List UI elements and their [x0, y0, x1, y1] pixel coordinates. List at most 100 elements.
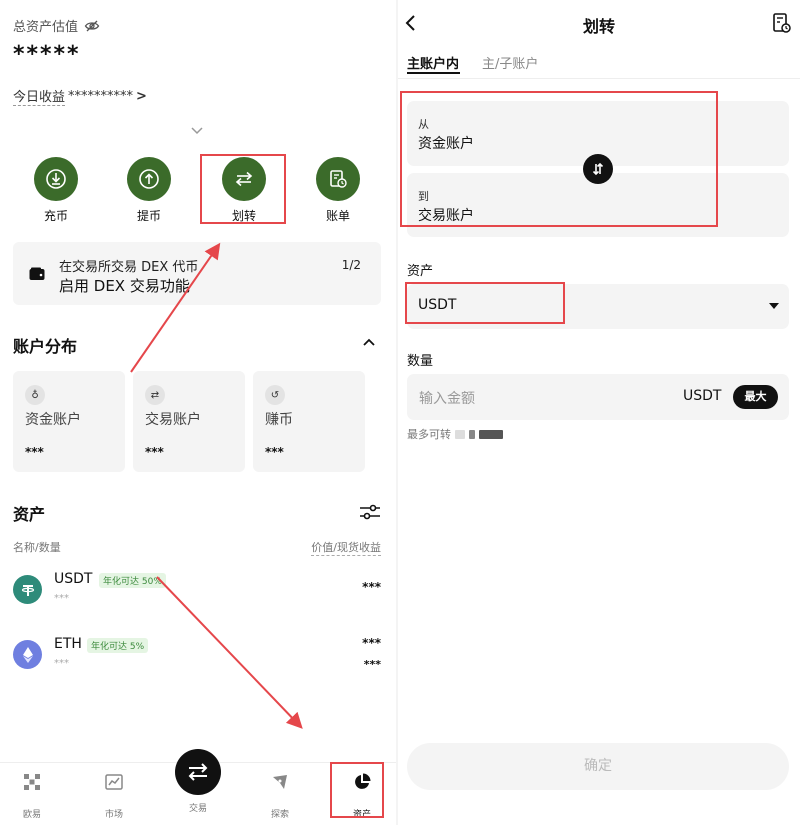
account-value: *** — [265, 445, 284, 459]
caret-down-icon — [769, 303, 779, 309]
amount-placeholder: 输入金额 — [419, 391, 475, 407]
transfer-icon — [222, 157, 266, 201]
trade-swap-icon — [175, 749, 221, 795]
total-assets-value: ***** — [13, 42, 81, 67]
total-assets-label: 总资产估值 — [13, 16, 100, 35]
transfer-label: 划转 — [231, 209, 256, 223]
chevron-down-icon[interactable] — [189, 124, 205, 138]
asset-symbol: USDT — [54, 571, 93, 587]
tab-main-sub-account[interactable]: 主/子账户 — [482, 53, 538, 72]
withdraw-icon — [127, 157, 171, 201]
asset-select-value: USDT — [418, 297, 457, 313]
asset-symbol: ETH — [54, 636, 82, 652]
from-label: 从 — [418, 118, 429, 131]
account-value: *** — [145, 445, 164, 459]
withdraw-label: 提币 — [136, 209, 161, 223]
tab-label: 市场 — [104, 810, 123, 820]
bill-button[interactable]: 账单 — [312, 157, 364, 224]
bottom-tab-bar: 欧易 市场 交易 探索 资产 — [0, 749, 396, 825]
assets-pie-icon — [355, 773, 371, 789]
tab-trade[interactable]: 交易 — [174, 749, 222, 814]
filter-settings-icon[interactable] — [359, 503, 381, 521]
to-label: 到 — [418, 190, 429, 203]
assets-screen: 总资产估值 ***** 今日收益 ********** > 充币 提币 划转 账… — [0, 0, 396, 825]
assets-title: 资产 — [13, 505, 46, 524]
account-name: 赚币 — [265, 412, 293, 428]
amount-unit: USDT — [683, 388, 722, 404]
apy-badge: 年化可达 5% — [87, 638, 149, 653]
usdt-icon — [13, 575, 42, 604]
withdraw-button[interactable]: 提币 — [123, 157, 175, 224]
trading-account-card[interactable]: ⇄ 交易账户 *** — [133, 371, 245, 472]
today-earnings[interactable]: 今日收益 ********** > — [13, 86, 147, 106]
transfer-history-icon[interactable] — [773, 13, 791, 33]
max-transferable-label: 最多可转 — [407, 428, 451, 441]
banner-line-1: 在交易所交易 DEX 代币 — [59, 260, 199, 275]
tab-assets[interactable]: 资产 — [338, 773, 386, 820]
okx-logo-icon — [24, 774, 40, 790]
active-tab-indicator — [407, 72, 460, 74]
quantity-label: 数量 — [407, 354, 434, 369]
max-button[interactable]: 最大 — [733, 385, 778, 409]
tab-okx[interactable]: 欧易 — [8, 773, 56, 820]
distribution-title: 账户分布 — [13, 337, 78, 356]
blurred-amount — [469, 429, 475, 439]
chevron-right-icon: > — [136, 88, 147, 104]
asset-row-usdt[interactable]: USDT 年化可达 50% *** *** — [13, 571, 381, 615]
asset-value: *** — [362, 580, 381, 594]
today-earnings-label: 今日收益 — [13, 86, 66, 106]
today-earnings-value: ********** — [68, 88, 134, 104]
tab-within-main-account[interactable]: 主账户内 — [407, 53, 459, 72]
asset-earnings: *** — [363, 658, 381, 671]
bill-icon — [316, 157, 360, 201]
to-account-value: 交易账户 — [418, 208, 474, 224]
deposit-label: 充币 — [43, 209, 68, 223]
blurred-amount — [455, 429, 465, 439]
asset-value: *** — [362, 636, 381, 650]
tab-label: 探索 — [270, 810, 289, 820]
asset-label: 资产 — [407, 264, 434, 279]
tab-label: 交易 — [188, 804, 207, 814]
dex-promo-banner[interactable]: 在交易所交易 DEX 代币 启用 DEX 交易功能 1/2 — [13, 242, 381, 305]
market-chart-icon — [105, 774, 123, 790]
blurred-amount — [479, 429, 503, 439]
deposit-button[interactable]: 充币 — [30, 157, 82, 224]
banner-line-2: 启用 DEX 交易功能 — [59, 277, 190, 295]
transfer-button[interactable]: 划转 — [218, 157, 270, 224]
page-title: 划转 — [582, 17, 615, 36]
tab-market[interactable]: 市场 — [90, 773, 138, 820]
wallet-icon — [29, 267, 45, 280]
deposit-icon — [34, 157, 78, 201]
column-name-qty: 名称/数量 — [13, 541, 61, 554]
eth-icon — [13, 640, 42, 669]
tab-label: 欧易 — [22, 810, 41, 820]
bill-label: 账单 — [325, 209, 350, 223]
earn-account-card[interactable]: ↺ 赚币 *** — [253, 371, 365, 472]
trading-icon: ⇄ — [145, 385, 165, 405]
account-name: 资金账户 — [25, 412, 81, 428]
max-transferable: 最多可转 — [407, 426, 503, 442]
account-value: *** — [25, 445, 44, 459]
tabs-divider — [398, 78, 800, 79]
earn-icon: ↺ — [265, 385, 285, 405]
eye-off-icon[interactable] — [84, 18, 100, 34]
asset-row-eth[interactable]: ETH 年化可达 5% *** *** *** — [13, 636, 381, 680]
swap-vertical-icon — [592, 162, 604, 176]
chevron-up-icon[interactable] — [361, 336, 377, 348]
tab-label: 资产 — [352, 810, 371, 820]
total-assets-label-text: 总资产估值 — [13, 20, 79, 35]
account-name: 交易账户 — [145, 412, 201, 428]
asset-select[interactable]: USDT — [407, 284, 789, 329]
asset-qty: *** — [54, 593, 69, 604]
swap-accounts-button[interactable] — [583, 154, 613, 184]
tab-explore[interactable]: 探索 — [256, 773, 304, 820]
transfer-screen: 划转 主账户内 主/子账户 从 资金账户 到 交易账户 资产 USDT 数量 输… — [398, 0, 800, 825]
from-account-value: 资金账户 — [418, 136, 474, 152]
apy-badge: 年化可达 50% — [99, 573, 166, 588]
column-value-earnings[interactable]: 价值/现货收益 — [311, 539, 381, 556]
asset-qty: *** — [54, 658, 69, 669]
funding-account-card[interactable]: ♁ 资金账户 *** — [13, 371, 125, 472]
explore-icon — [273, 775, 287, 789]
funding-icon: ♁ — [25, 385, 45, 405]
confirm-button[interactable]: 确定 — [407, 743, 789, 790]
